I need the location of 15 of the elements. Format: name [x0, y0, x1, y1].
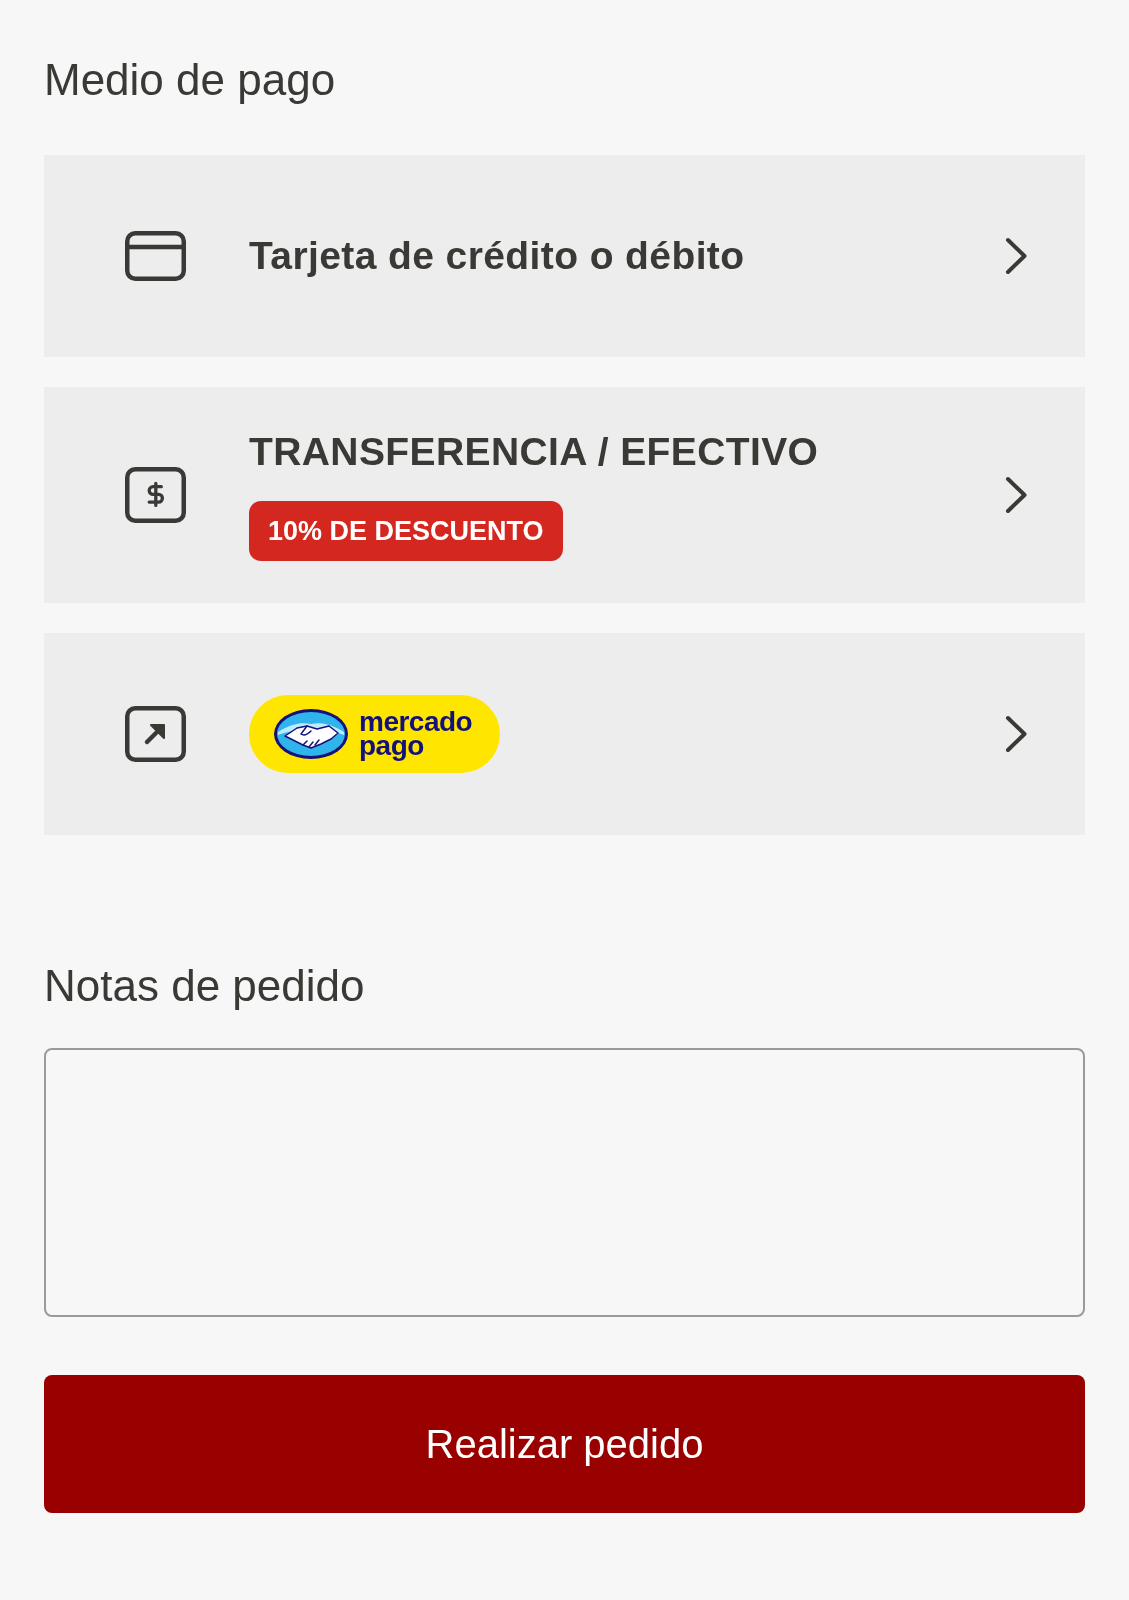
section-title: Notas de pedido — [44, 960, 365, 1012]
payment-option[interactable]: mercado pago — [44, 633, 1085, 835]
handshake-icon — [273, 708, 349, 760]
place-order-button[interactable]: Realizar pedido — [44, 1375, 1085, 1513]
chevron-right-icon — [1005, 476, 1028, 514]
payment-option[interactable]: TRANSFERENCIA / EFECTIVO 10% DE DESCUENTO — [44, 387, 1085, 603]
credit-card-icon — [125, 231, 186, 281]
arrow-up-right-icon — [125, 706, 186, 762]
discount-badge: 10% DE DESCUENTO — [249, 501, 563, 561]
payment-option[interactable]: Tarjeta de crédito o débito — [44, 155, 1085, 357]
section-title: Medio de pago — [44, 54, 336, 106]
dollar-icon — [125, 467, 186, 523]
notes-field[interactable] — [44, 1048, 1085, 1317]
chevron-right-icon — [1005, 237, 1028, 275]
chevron-right-icon — [1005, 715, 1028, 753]
